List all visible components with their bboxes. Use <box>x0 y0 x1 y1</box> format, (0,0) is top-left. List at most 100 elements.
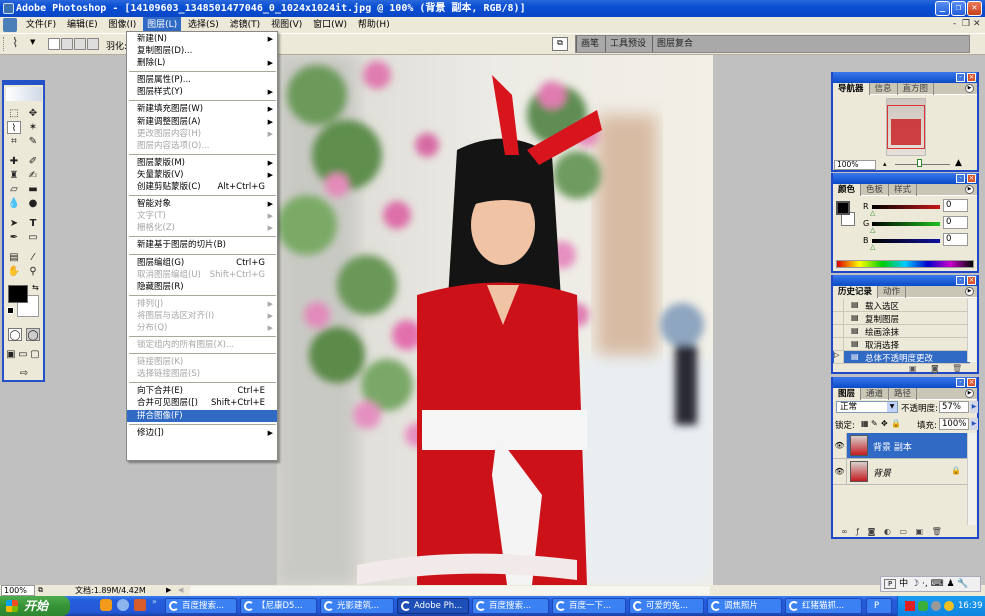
channel-slider[interactable] <box>872 222 940 226</box>
navigator-zoom-field[interactable]: 100% <box>834 160 876 170</box>
palette-menu-icon[interactable]: ▶ <box>965 389 974 398</box>
channel-slider-thumb-icon[interactable]: △ <box>870 226 875 234</box>
channel-value-field[interactable]: 0 <box>943 216 968 229</box>
opacity-field[interactable]: 57% <box>939 401 969 413</box>
hand-tool-icon[interactable]: ✋ <box>7 265 21 278</box>
zoom-slider-thumb[interactable] <box>917 159 922 167</box>
ime-language[interactable]: 中 <box>899 579 908 589</box>
eye-visibility-icon[interactable]: 👁 <box>833 459 847 484</box>
tab-history[interactable]: 历史记录 <box>833 286 879 298</box>
navigator-thumbnail[interactable] <box>886 98 926 156</box>
history-brush-tool-icon[interactable]: ✍ <box>26 169 40 182</box>
gradient-tool-icon[interactable]: ▬ <box>26 183 40 196</box>
taskbar-task[interactable]: 光影建筑... <box>320 598 394 614</box>
layer-menu-item[interactable]: 智能对象 ▶ <box>127 198 277 210</box>
taskbar-task[interactable]: 红猪猫抓... <box>785 598 862 614</box>
clone-stamp-tool-icon[interactable]: ♜ <box>7 169 21 182</box>
zoom-out-icon[interactable]: ▴ <box>883 160 887 168</box>
horizontal-scrollbar[interactable] <box>190 586 710 595</box>
history-item[interactable]: ▤ 载入选区 <box>833 299 970 312</box>
jump-to-imageready-icon[interactable]: ⇨ <box>12 367 36 380</box>
tool-preset-dropdown-icon[interactable]: ▼ <box>30 38 35 46</box>
palette-close-button[interactable]: × <box>967 276 976 285</box>
link-layers-icon[interactable]: ∞ <box>841 527 848 536</box>
tab-paths[interactable]: 路径 <box>889 388 918 400</box>
palette-titlebar[interactable]: - × <box>833 377 977 388</box>
palette-titlebar[interactable]: - × <box>833 72 977 83</box>
layer-menu-item[interactable]: 拼合图像(F) <box>127 409 277 422</box>
doc-minimize-button[interactable]: - <box>953 19 956 29</box>
restore-button[interactable]: ❐ <box>951 1 966 16</box>
menu-window[interactable]: 窗口(W) <box>309 17 351 33</box>
marquee-tool-icon[interactable]: ⬚ <box>7 107 21 120</box>
layer-menu-item[interactable]: 合并可见图层([) Shift+Ctrl+E <box>127 397 277 409</box>
navigator-view-box[interactable] <box>887 105 925 149</box>
ime-punctuation-icon[interactable]: ·, <box>922 579 928 589</box>
taskbar-task[interactable]: 百度搜索... <box>472 598 549 614</box>
history-scrollbar[interactable] <box>967 299 976 362</box>
ime-keyboard-icon[interactable]: ⌨ <box>931 579 944 589</box>
ime-half-width-icon[interactable]: ☽ <box>911 579 919 589</box>
history-brush-source-icon[interactable] <box>834 325 844 337</box>
tab-channels[interactable]: 通道 <box>861 388 890 400</box>
eraser-tool-icon[interactable]: ▱ <box>7 183 21 196</box>
well-tab-layer-comps[interactable]: 图层复合 <box>652 36 699 52</box>
layer-menu-item[interactable]: 新建调整图层(A) ▶ <box>127 116 277 128</box>
palette-minimize-button[interactable]: - <box>956 378 965 387</box>
quicklaunch-ie-icon[interactable] <box>117 599 129 611</box>
palette-titlebar[interactable]: - × <box>833 173 977 184</box>
layer-row[interactable]: 👁 背景 副本 <box>833 433 968 459</box>
standard-screen-mode-icon[interactable]: ▣ <box>6 348 16 361</box>
history-brush-source-icon[interactable] <box>834 338 844 350</box>
foreground-color-swatch[interactable] <box>8 285 28 303</box>
menu-help[interactable]: 帮助(H) <box>354 17 394 33</box>
tray-volume-icon[interactable] <box>931 601 941 611</box>
blur-tool-icon[interactable]: 💧 <box>7 197 21 210</box>
delete-state-icon[interactable]: 🗑 <box>952 364 962 373</box>
new-doc-from-state-icon[interactable]: ▣ <box>909 364 917 373</box>
default-colors-icon[interactable] <box>7 307 14 314</box>
swap-colors-icon[interactable]: ⇆ <box>32 283 39 292</box>
notes-tool-icon[interactable]: ▤ <box>7 251 21 264</box>
taskbar-ime-button[interactable]: P <box>866 598 892 614</box>
history-brush-source-icon[interactable] <box>834 312 844 324</box>
layer-menu-item[interactable]: 新建填充图层(W) ▶ <box>127 103 277 115</box>
palette-minimize-button[interactable]: - <box>956 276 965 285</box>
new-layer-icon[interactable]: ▣ <box>916 527 924 536</box>
file-browser-icon[interactable]: ⧉ <box>552 37 568 51</box>
crop-tool-icon[interactable]: ⌗ <box>7 135 21 148</box>
tray-app-icon[interactable] <box>905 601 915 611</box>
layer-style-icon[interactable]: ƒ <box>856 527 859 536</box>
doc-restore-button[interactable]: ❐ <box>962 19 970 29</box>
tray-update-icon[interactable] <box>944 601 954 611</box>
channel-value-field[interactable]: 0 <box>943 233 968 246</box>
layer-menu-item[interactable]: 删除(L) ▶ <box>127 57 277 69</box>
status-menu-arrow-icon[interactable]: ▶ <box>166 585 171 596</box>
ime-settings-icon[interactable]: 🔧 <box>957 579 968 589</box>
layer-menu-item[interactable]: 图层蒙版(M) ▶ <box>127 157 277 169</box>
history-brush-source-icon[interactable]: ▷ <box>834 351 844 363</box>
well-tab-tool-presets[interactable]: 工具预设 <box>605 36 652 52</box>
ime-user-icon[interactable]: ♟ <box>946 579 954 589</box>
full-screen-menu-mode-icon[interactable]: ▭ <box>18 348 28 361</box>
well-tab-brushes[interactable]: 画笔 <box>576 36 605 52</box>
tab-swatches[interactable]: 色板 <box>861 184 890 196</box>
layer-menu-item[interactable]: 图层编组(G) Ctrl+G <box>127 257 277 269</box>
add-to-selection-icon[interactable] <box>61 38 73 50</box>
channel-slider-thumb-icon[interactable]: △ <box>870 243 875 251</box>
layers-scrollbar[interactable] <box>967 433 976 525</box>
history-item[interactable]: ▷ ▤ 总体不透明度更改 <box>833 351 970 364</box>
channel-slider-thumb-icon[interactable]: △ <box>870 209 875 217</box>
tab-color[interactable]: 颜色 <box>833 184 862 196</box>
path-selection-tool-icon[interactable]: ➤ <box>7 217 21 230</box>
menu-edit[interactable]: 编辑(E) <box>63 17 102 33</box>
dodge-tool-icon[interactable]: ● <box>26 197 40 210</box>
layer-menu-item[interactable]: 新建(N) ▶ <box>127 33 277 45</box>
new-snapshot-icon[interactable]: ◙ <box>931 364 939 373</box>
tab-layers[interactable]: 图层 <box>833 388 862 400</box>
new-selection-icon[interactable] <box>48 38 60 50</box>
adobe-feather-logo[interactable] <box>6 87 42 101</box>
tab-styles[interactable]: 样式 <box>889 184 918 196</box>
layer-menu-item[interactable]: 图层属性(P)... <box>127 74 277 86</box>
lock-transparency-icon[interactable]: ▦ <box>861 419 869 428</box>
